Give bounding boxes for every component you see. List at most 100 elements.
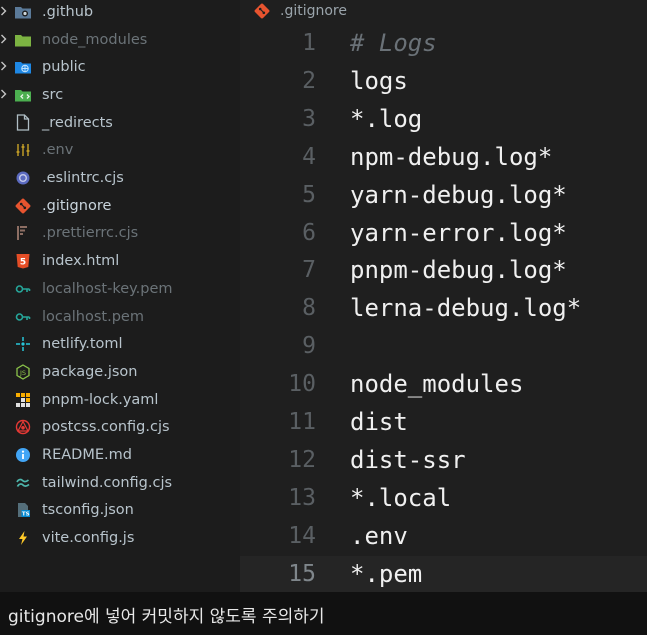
code-editor[interactable]: 1 # Logs 2 logs 3 *.log 4 npm-debug.log* 5 yarn-d… xyxy=(240,24,647,594)
tree-file[interactable]: .gitignore xyxy=(0,192,240,220)
netlify-icon xyxy=(14,335,32,353)
key-icon xyxy=(14,280,32,298)
code-text: node_modules xyxy=(350,370,524,399)
tree-file[interactable]: .prettierrc.cjs xyxy=(0,220,240,248)
line-number: 5 xyxy=(302,181,316,208)
html-icon: 5 xyxy=(14,252,32,270)
tree-folder[interactable]: src xyxy=(0,81,240,109)
code-text: *.pem xyxy=(350,559,423,588)
tree-file[interactable]: netlify.toml xyxy=(0,330,240,358)
tree-file[interactable]: .eslintrc.cjs xyxy=(0,164,240,192)
code-text: yarn-error.log* xyxy=(350,218,567,247)
line-number: 3 xyxy=(302,105,316,132)
line-number: 4 xyxy=(302,143,316,170)
code-line[interactable]: 3 *.log xyxy=(240,101,647,139)
tree-item-label: src xyxy=(42,86,64,103)
tree-folder[interactable]: public xyxy=(0,53,240,81)
code-line[interactable]: 2 logs xyxy=(240,63,647,101)
tree-item-label: .prettierrc.cjs xyxy=(42,225,139,242)
code-line[interactable]: 12 dist-ssr xyxy=(240,442,647,480)
nodejs-icon: JS xyxy=(14,363,32,381)
tree-item-label: public xyxy=(42,59,86,76)
tree-item-label: postcss.config.cjs xyxy=(42,419,170,436)
chevron-right-icon[interactable] xyxy=(0,60,9,74)
code-line[interactable]: 6 yarn-error.log* xyxy=(240,215,647,253)
code-line[interactable]: 7 pnpm-debug.log* xyxy=(240,252,647,290)
code-line[interactable]: 1 # Logs xyxy=(240,25,647,63)
env-icon xyxy=(14,141,32,159)
tree-item-label: node_modules xyxy=(42,31,148,48)
tree-file[interactable]: localhost.pem xyxy=(0,303,240,331)
tab-bar: .gitignore xyxy=(240,0,647,24)
code-line[interactable]: 15 *.pem xyxy=(240,555,647,594)
line-number: 14 xyxy=(288,522,316,549)
typescript-icon: TS xyxy=(14,501,32,519)
caption-subtitle: gitignore에 넣어 커밋하지 않도록 주의하기 xyxy=(0,592,647,635)
tree-item-label: package.json xyxy=(42,363,138,380)
tree-item-label: tsconfig.json xyxy=(42,502,134,519)
folder-node-icon xyxy=(14,31,32,49)
file-explorer: .github node_modulespublic src _redirects .e… xyxy=(0,0,240,592)
code-line[interactable]: 10 node_modules xyxy=(240,366,647,404)
line-number: 12 xyxy=(288,446,316,473)
tree-file[interactable]: 5 index.html xyxy=(0,247,240,275)
tree-file[interactable]: pnpm-lock.yaml xyxy=(0,386,240,414)
tree-item-label: README.md xyxy=(42,447,132,464)
tree-file[interactable]: tailwind.config.cjs xyxy=(0,469,240,497)
tree-item-label: index.html xyxy=(42,253,120,270)
key-icon xyxy=(14,308,32,326)
tree-folder[interactable]: node_modules xyxy=(0,26,240,54)
line-number: 15 xyxy=(288,560,316,587)
tree-item-label: .gitignore xyxy=(42,197,112,214)
line-number: 13 xyxy=(288,484,316,511)
tree-file[interactable]: _redirects xyxy=(0,109,240,137)
tree-file[interactable]: localhost-key.pem xyxy=(0,275,240,303)
tree-item-label: netlify.toml xyxy=(42,336,123,353)
line-number: 9 xyxy=(302,333,316,360)
line-number: 8 xyxy=(302,295,316,322)
code-text: dist-ssr xyxy=(350,445,466,474)
tailwind-icon xyxy=(14,474,32,492)
tree-file[interactable]: TS tsconfig.json xyxy=(0,497,240,525)
code-line[interactable]: 11 dist xyxy=(240,404,647,442)
tree-file[interactable]: .env xyxy=(0,137,240,165)
code-text: *.log xyxy=(350,104,423,133)
info-icon xyxy=(14,446,32,464)
svg-text:5: 5 xyxy=(20,258,26,268)
git-icon xyxy=(254,3,270,19)
pnpm-icon xyxy=(14,391,32,409)
code-text: pnpm-debug.log* xyxy=(350,256,567,285)
eslint-icon xyxy=(14,169,32,187)
tree-item-label: .env xyxy=(42,142,74,159)
code-line[interactable]: 5 yarn-debug.log* xyxy=(240,177,647,215)
chevron-right-icon[interactable] xyxy=(0,5,9,19)
code-text: logs xyxy=(350,66,408,95)
tree-folder[interactable]: .github xyxy=(0,0,240,26)
code-line[interactable]: 4 npm-debug.log* xyxy=(240,139,647,177)
line-number: 2 xyxy=(302,67,316,94)
folder-public-icon xyxy=(14,58,32,76)
code-line[interactable]: 8 lerna-debug.log* xyxy=(240,290,647,328)
tree-item-label: .eslintrc.cjs xyxy=(42,170,124,187)
line-number: 6 xyxy=(302,219,316,246)
line-number: 10 xyxy=(288,371,316,398)
svg-text:JS: JS xyxy=(19,369,26,377)
tree-file[interactable]: JS package.json xyxy=(0,358,240,386)
line-number: 1 xyxy=(302,30,316,56)
tree-item-label: tailwind.config.cjs xyxy=(42,474,173,491)
tab-label: .gitignore xyxy=(280,3,347,19)
code-line[interactable]: 13 *.local xyxy=(240,480,647,518)
code-text: yarn-debug.log* xyxy=(350,180,567,209)
tree-file[interactable]: README.md xyxy=(0,441,240,469)
line-number: 11 xyxy=(288,409,316,435)
tree-file[interactable]: vite.config.js xyxy=(0,524,240,552)
code-text: npm-debug.log* xyxy=(350,142,553,171)
chevron-right-icon[interactable] xyxy=(0,88,9,102)
code-text: lerna-debug.log* xyxy=(350,294,582,323)
code-line[interactable]: 14 .env xyxy=(240,518,647,556)
folder-src-icon xyxy=(14,86,32,104)
chevron-right-icon[interactable] xyxy=(0,33,9,47)
code-text: # Logs xyxy=(350,29,437,57)
tree-file[interactable]: postcss.config.cjs xyxy=(0,414,240,442)
code-line[interactable]: 9 xyxy=(240,328,647,366)
